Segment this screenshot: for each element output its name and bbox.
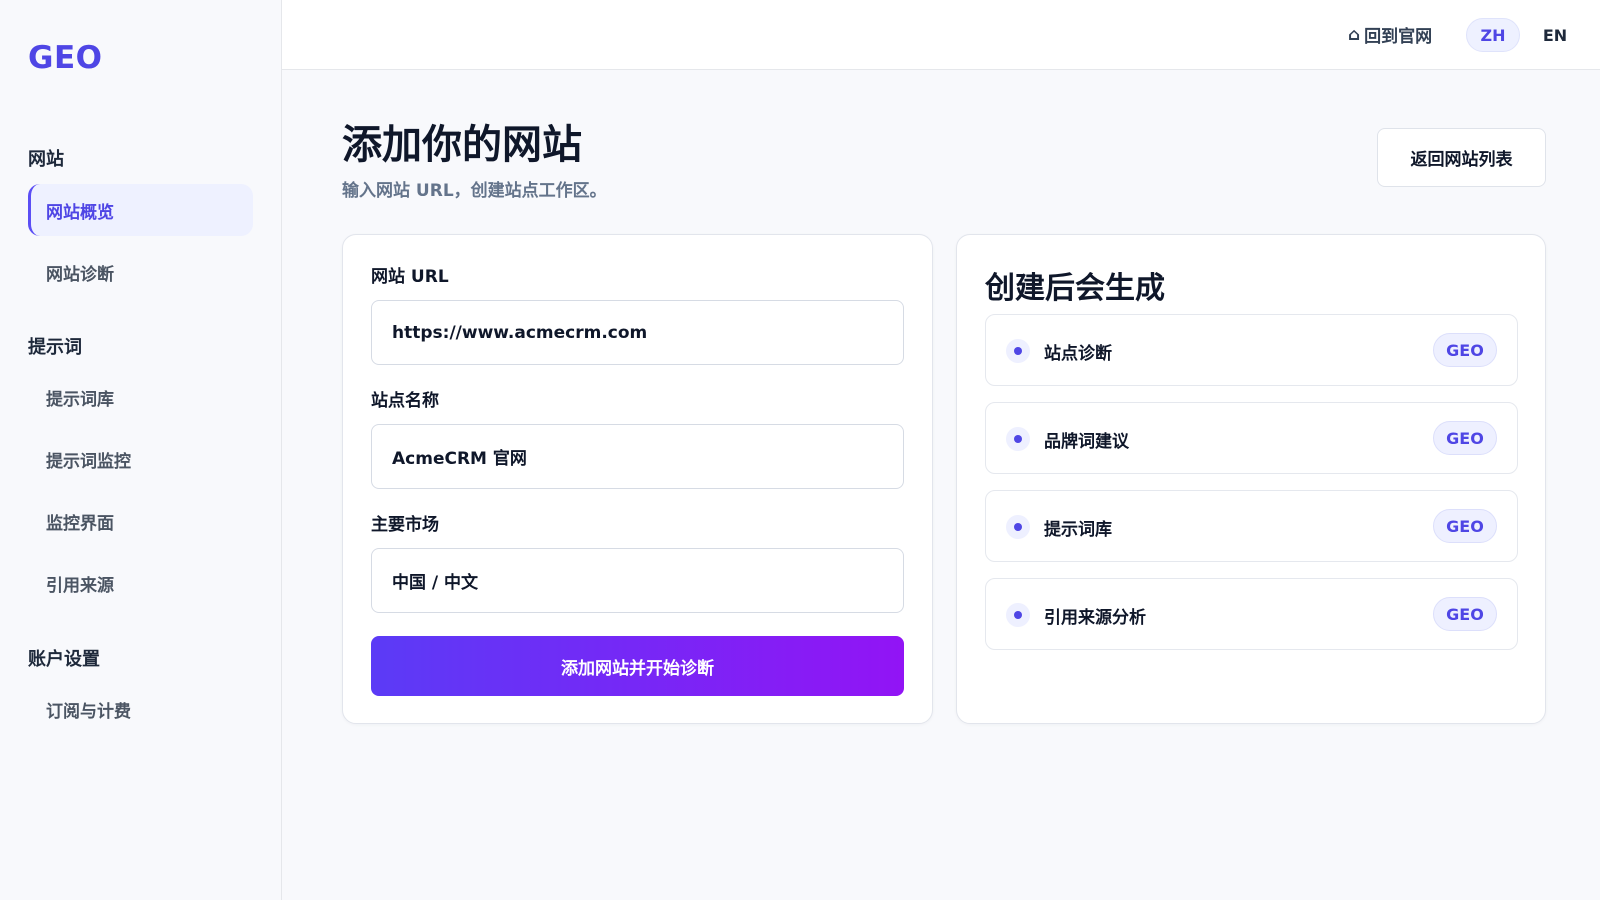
- sidebar-item-label: 网站诊断: [46, 264, 114, 285]
- sidebar-item-label: 监控界面: [46, 513, 114, 534]
- home-link[interactable]: ⌂ 回到官网: [1348, 22, 1433, 48]
- geo-badge: GEO: [1433, 333, 1497, 367]
- sidebar-item-label: 订阅与计费: [46, 701, 131, 722]
- site-name-field[interactable]: [371, 424, 904, 489]
- bullet-dot-icon: [1006, 339, 1030, 363]
- sidebar-item-label: 提示词监控: [46, 451, 131, 472]
- sidebar-item-site-diagnosis[interactable]: 网站诊断: [28, 246, 253, 298]
- geo-badge: GEO: [1433, 597, 1497, 631]
- generated-item-label: 引用来源分析: [1044, 608, 1146, 628]
- nav-section-prompts: 提示词: [28, 337, 82, 358]
- market-field-label: 主要市场: [371, 515, 439, 535]
- generated-item: 引用来源分析 GEO: [985, 578, 1518, 650]
- logo[interactable]: GEO: [28, 40, 102, 76]
- site-name-field-label: 站点名称: [371, 391, 439, 411]
- url-field-label: 网站 URL: [371, 267, 449, 287]
- market-field[interactable]: [371, 548, 904, 613]
- top-bar: ⌂ 回到官网 ZH EN: [282, 0, 1600, 70]
- sidebar-item-billing[interactable]: 订阅与计费: [28, 683, 253, 735]
- generated-item: 站点诊断 GEO: [985, 314, 1518, 386]
- geo-badge: GEO: [1433, 421, 1497, 455]
- sidebar-item-label: 引用来源: [46, 575, 114, 596]
- generated-items-card: 创建后会生成 站点诊断 GEO 品牌词建议 GEO 提示词库 GEO 引用来源分…: [956, 234, 1546, 724]
- home-link-label: 回到官网: [1364, 27, 1433, 47]
- sidebar-item-label: 提示词库: [46, 389, 114, 410]
- bullet-dot-icon: [1006, 515, 1030, 539]
- generated-items-title: 创建后会生成: [985, 271, 1165, 306]
- lang-en-button[interactable]: EN: [1528, 18, 1582, 52]
- sidebar-item-prompt-library[interactable]: 提示词库: [28, 371, 253, 423]
- url-field[interactable]: [371, 300, 904, 365]
- geo-badge: GEO: [1433, 509, 1497, 543]
- back-to-site-list-button[interactable]: 返回网站列表: [1377, 128, 1546, 187]
- page-title: 添加你的网站: [342, 122, 582, 168]
- nav-section-account: 账户设置: [28, 649, 100, 670]
- generated-item-label: 品牌词建议: [1044, 432, 1129, 452]
- sidebar-item-citation-sources[interactable]: 引用来源: [28, 557, 253, 609]
- sidebar: GEO 网站 网站概览 网站诊断 提示词 提示词库 提示词监控 监控界面 引用来…: [0, 0, 282, 900]
- lang-zh-button[interactable]: ZH: [1466, 18, 1520, 52]
- home-icon: ⌂: [1348, 24, 1361, 45]
- sidebar-item-prompt-monitoring[interactable]: 提示词监控: [28, 433, 253, 485]
- nav-section-website: 网站: [28, 149, 64, 170]
- add-site-form-card: 网站 URL 站点名称 主要市场 添加网站并开始诊断: [342, 234, 933, 724]
- add-site-and-diagnose-button[interactable]: 添加网站并开始诊断: [371, 636, 904, 696]
- sidebar-item-label: 网站概览: [46, 202, 114, 223]
- page-subtitle: 输入网站 URL，创建站点工作区。: [342, 181, 607, 201]
- generated-item-label: 提示词库: [1044, 520, 1112, 540]
- generated-item: 品牌词建议 GEO: [985, 402, 1518, 474]
- sidebar-item-site-overview[interactable]: 网站概览: [28, 184, 253, 236]
- generated-item-label: 站点诊断: [1044, 344, 1112, 364]
- bullet-dot-icon: [1006, 603, 1030, 627]
- bullet-dot-icon: [1006, 427, 1030, 451]
- sidebar-item-monitor-interface[interactable]: 监控界面: [28, 495, 253, 547]
- generated-item: 提示词库 GEO: [985, 490, 1518, 562]
